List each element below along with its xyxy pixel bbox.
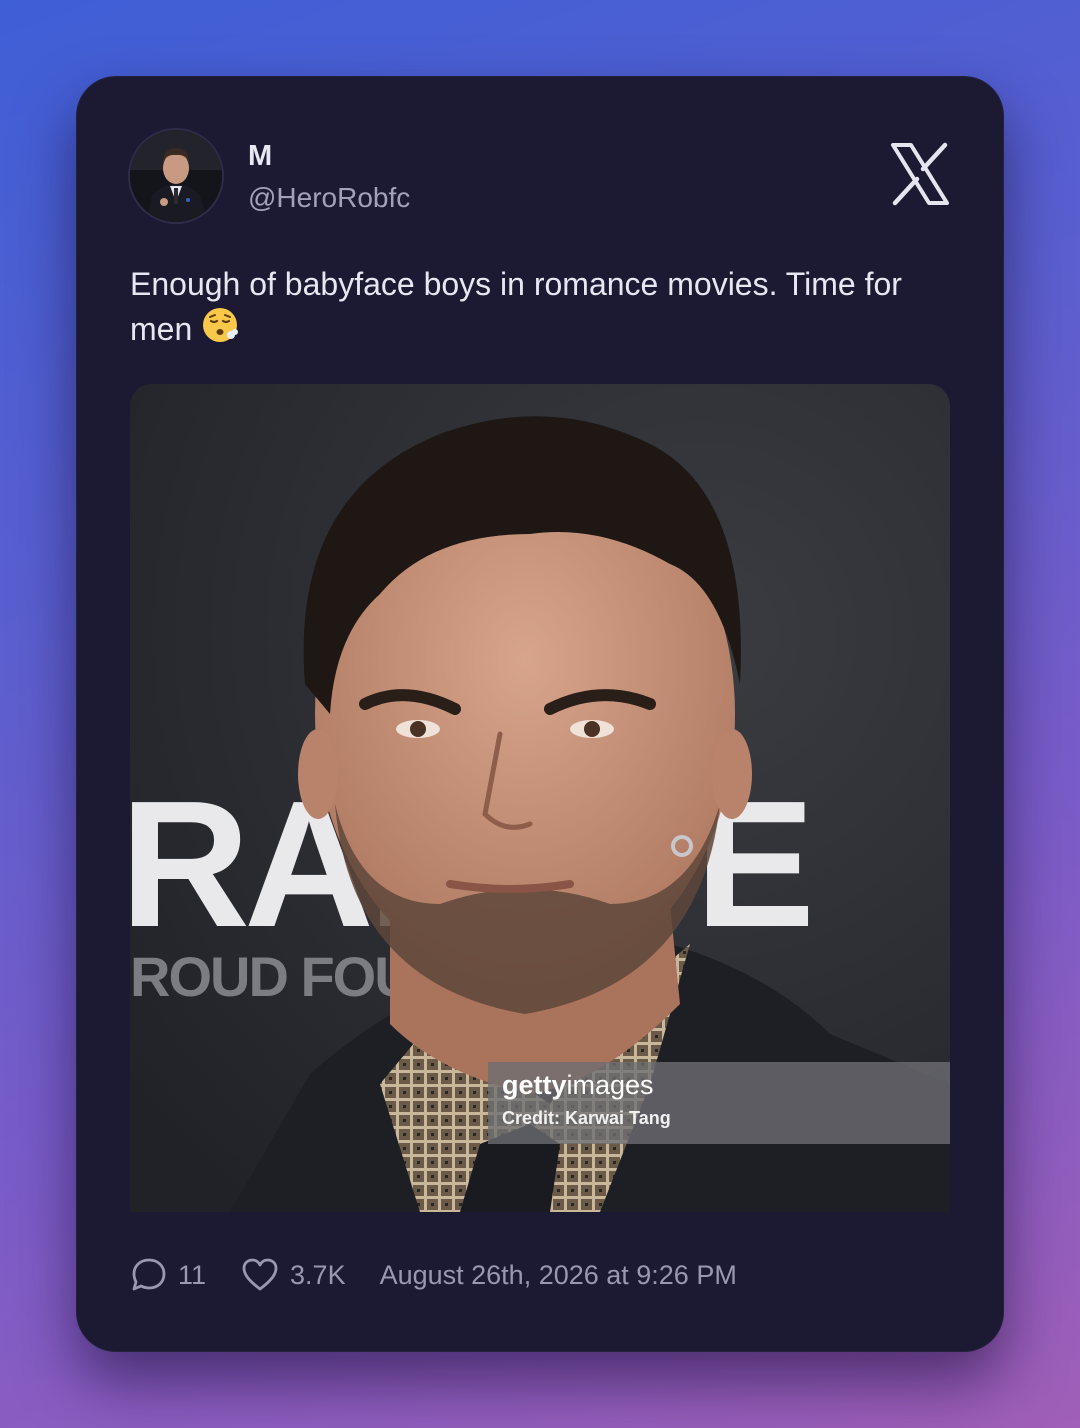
author-handle[interactable]: @HeroRobfc	[248, 182, 410, 214]
svg-text:ROUD FOU: ROUD FOU	[130, 945, 413, 1008]
tweet-body: Enough of babyface boys in romance movie…	[130, 266, 902, 347]
watermark-brand-bold: getty	[502, 1070, 567, 1100]
tweet-footer: 11 3.7K August 26th, 2026 at 9:26 PM	[130, 1256, 737, 1294]
author-name[interactable]: M	[248, 140, 272, 173]
x-logo-icon[interactable]	[890, 142, 950, 206]
heart-icon	[242, 1258, 278, 1291]
like-count: 3.7K	[290, 1259, 346, 1290]
reply-icon	[132, 1258, 166, 1291]
reply-count: 11	[178, 1259, 207, 1290]
watermark-brand: gettyimages	[502, 1070, 654, 1101]
reply-button[interactable]: 11	[130, 1256, 206, 1294]
like-button[interactable]: 3.7K	[240, 1256, 346, 1294]
getty-watermark: gettyimages Credit: Karwai Tang	[488, 1062, 950, 1144]
tweet-image[interactable]: RAI E ROUD FOU gettyimages Credit: Karwa…	[130, 384, 950, 1212]
tweet-text: Enough of babyface boys in romance movie…	[130, 262, 960, 355]
watermark-brand-light: images	[566, 1070, 654, 1100]
face-exhaling-emoji-icon	[201, 306, 239, 355]
avatar[interactable]	[130, 130, 222, 222]
tweet-card: M @HeroRobfc Enough of babyface boys in …	[76, 76, 1004, 1352]
avatar-image	[130, 130, 222, 222]
tweet-timestamp[interactable]: August 26th, 2026 at 9:26 PM	[380, 1260, 737, 1291]
watermark-credit: Credit: Karwai Tang	[502, 1108, 671, 1128]
